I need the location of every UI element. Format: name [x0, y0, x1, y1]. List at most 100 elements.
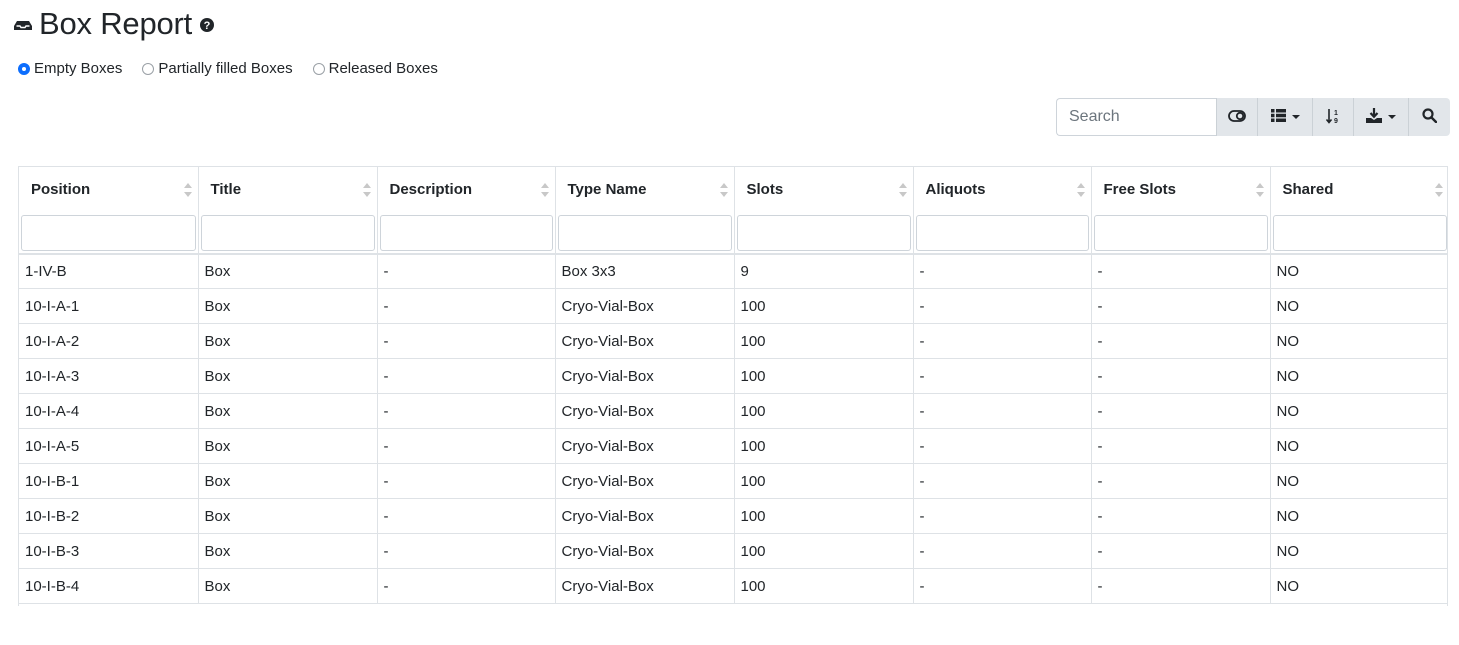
cell-position: 10-I-B-3 — [19, 533, 199, 569]
cell-slots: 9 — [734, 253, 914, 289]
radio-button[interactable] — [312, 62, 325, 75]
cell-position: 10-I-B-2 — [19, 498, 199, 534]
table-row[interactable]: 10-I-A-3 Box - Cryo-Vial-Box 100- - NO — [19, 358, 1447, 394]
cell-type-name: Box 3x3 — [555, 253, 735, 289]
cell-free-slots: - — [1091, 533, 1271, 569]
table-row[interactable]: 10-I-A-1 Box - Cryo-Vial-Box 100- - NO — [19, 288, 1447, 324]
column-header-label: Shared — [1282, 180, 1334, 198]
toggle-icon — [1228, 109, 1246, 125]
filter-input-shared[interactable] — [1272, 214, 1447, 251]
search-button[interactable] — [1408, 98, 1450, 136]
cell-free-slots: - — [1091, 288, 1271, 324]
cell-free-slots: - — [1091, 393, 1271, 429]
cell-title: Box — [198, 253, 378, 289]
table-row[interactable]: 10-I-A-5 Box - Cryo-Vial-Box 100- - NO — [19, 428, 1447, 464]
sort-icon — [362, 183, 371, 197]
cell-slots: 100 — [734, 323, 914, 359]
cell-title: Box — [198, 568, 378, 604]
cell-description: - — [377, 323, 556, 359]
search-input[interactable] — [1056, 98, 1216, 136]
cell-shared: NO — [1270, 568, 1447, 604]
cell-position: 10-I-A-3 — [19, 358, 199, 394]
table-row[interactable]: 10-I-B-3 Box - Cryo-Vial-Box 100- - NO — [19, 533, 1447, 569]
table-row[interactable]: 10-I-B-1 Box - Cryo-Vial-Box 100- - NO — [19, 463, 1447, 499]
filter-input-aliquots[interactable] — [915, 214, 1089, 251]
radio-button[interactable] — [142, 62, 155, 75]
table-header-row: Position Title Description Type Name Slo… — [19, 166, 1447, 212]
cell-position: 10-I-A-2 — [19, 323, 199, 359]
cell-type-name: Cryo-Vial-Box — [555, 533, 735, 569]
cell-description: - — [377, 568, 556, 604]
cell-aliquots: - — [913, 568, 1092, 604]
cell-free-slots: - — [1091, 358, 1271, 394]
cell-shared: NO — [1270, 428, 1447, 464]
cell-aliquots: - — [913, 253, 1092, 289]
column-header-shared[interactable]: Shared — [1270, 166, 1447, 212]
cell-description: - — [377, 288, 556, 324]
cell-description: - — [377, 393, 556, 429]
cell-description: - — [377, 533, 556, 569]
sort-icon — [719, 183, 728, 197]
question-circle-icon[interactable]: ? — [200, 17, 215, 37]
column-header-label: Free Slots — [1103, 180, 1177, 198]
column-header-position[interactable]: Position — [19, 166, 199, 212]
column-header-label: Type Name — [567, 180, 647, 198]
sort-button[interactable]: 1 9 — [1312, 98, 1353, 136]
column-header-aliquots[interactable]: Aliquots — [913, 166, 1092, 212]
filter-input-slots[interactable] — [736, 214, 911, 251]
radio-empty-boxes[interactable]: Empty Boxes — [18, 60, 122, 77]
cell-title: Box — [198, 323, 378, 359]
table-toolbar: 1 9 — [1056, 98, 1450, 136]
cell-position: 10-I-B-4 — [19, 568, 199, 604]
cell-shared: NO — [1270, 253, 1447, 289]
table-row[interactable]: 10-I-A-4 Box - Cryo-Vial-Box 100- - NO — [19, 393, 1447, 429]
cell-description: - — [377, 498, 556, 534]
filter-input-title[interactable] — [200, 214, 375, 251]
table-row[interactable]: 10-I-B-2 Box - Cryo-Vial-Box 100- - NO — [19, 498, 1447, 534]
cell-description: - — [377, 463, 556, 499]
cell-aliquots: - — [913, 428, 1092, 464]
page-title: Box Report — [39, 6, 193, 41]
column-header-slots[interactable]: Slots — [734, 166, 914, 212]
box-type-filter: Empty Boxes Partially filled Boxes Relea… — [18, 60, 458, 77]
cell-title: Box — [198, 498, 378, 534]
cell-position: 10-I-A-5 — [19, 428, 199, 464]
cell-aliquots: - — [913, 358, 1092, 394]
cell-position: 10-I-A-1 — [19, 288, 199, 324]
cell-shared: NO — [1270, 533, 1447, 569]
filter-input-position[interactable] — [21, 214, 196, 251]
cell-type-name: Cryo-Vial-Box — [555, 393, 735, 429]
sort-icon — [183, 183, 192, 197]
cell-shared: NO — [1270, 463, 1447, 499]
svg-text:?: ? — [204, 20, 211, 32]
radio-button[interactable] — [18, 62, 30, 75]
column-header-label: Title — [210, 180, 242, 198]
table-body: 1-IV-B Box - Box 3x3 9- - NO 10-I-A-1 Box - Cryo-V… — [19, 253, 1447, 604]
cell-title: Box — [198, 288, 378, 324]
column-header-free-slots[interactable]: Free Slots — [1091, 166, 1271, 212]
column-header-type-name[interactable]: Type Name — [555, 166, 735, 212]
filter-input-description[interactable] — [379, 214, 553, 251]
column-header-title[interactable]: Title — [198, 166, 378, 212]
cell-free-slots: - — [1091, 498, 1271, 534]
filter-input-type-name[interactable] — [557, 214, 732, 251]
filter-input-free-slots[interactable] — [1093, 214, 1268, 251]
table-row[interactable]: 1-IV-B Box - Box 3x3 9- - NO — [19, 253, 1447, 289]
cell-position: 1-IV-B — [19, 253, 199, 289]
table-row[interactable]: 10-I-B-4 Box - Cryo-Vial-Box 100- - NO — [19, 568, 1447, 604]
radio-partially-filled-boxes[interactable]: Partially filled Boxes — [142, 60, 293, 77]
cell-shared: NO — [1270, 498, 1447, 534]
export-dropdown-button[interactable] — [1353, 98, 1408, 136]
cell-slots: 100 — [734, 568, 914, 604]
box-report-table: Position Title Description Type Name Slo… — [18, 166, 1448, 606]
sort-icon — [898, 183, 907, 197]
table-row[interactable]: 10-I-A-2 Box - Cryo-Vial-Box 100- - NO — [19, 323, 1447, 359]
toggle-view-button[interactable] — [1216, 98, 1257, 136]
cell-aliquots: - — [913, 393, 1092, 429]
cell-title: Box — [198, 463, 378, 499]
columns-dropdown-button[interactable] — [1257, 98, 1312, 136]
cell-position: 10-I-B-1 — [19, 463, 199, 499]
column-header-description[interactable]: Description — [377, 166, 556, 212]
radio-released-boxes[interactable]: Released Boxes — [312, 60, 438, 77]
svg-text:1: 1 — [1334, 110, 1338, 117]
